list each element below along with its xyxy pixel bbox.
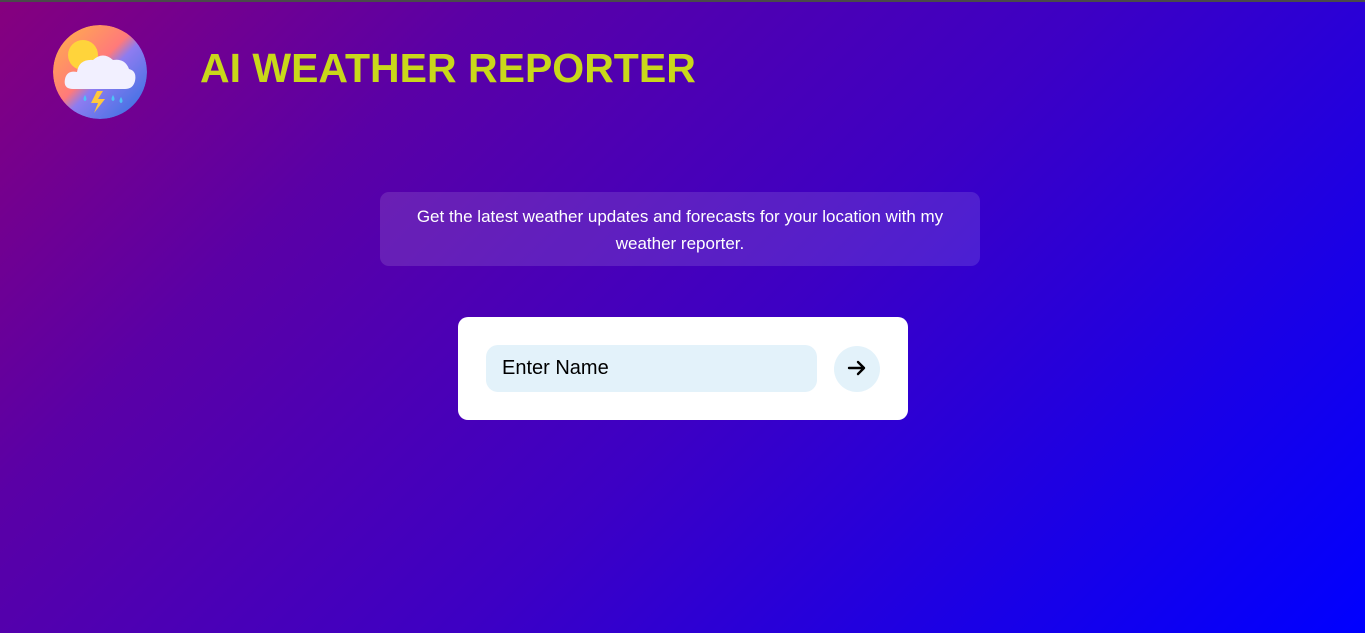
name-form-card	[458, 317, 908, 420]
submit-button[interactable]	[834, 346, 880, 392]
weather-logo-icon	[53, 25, 147, 119]
name-input[interactable]	[486, 345, 817, 392]
page-title: AI WEATHER REPORTER	[200, 45, 696, 91]
top-border	[0, 0, 1365, 2]
tagline-text: Get the latest weather updates and forec…	[380, 192, 980, 266]
arrow-right-icon	[847, 358, 867, 381]
